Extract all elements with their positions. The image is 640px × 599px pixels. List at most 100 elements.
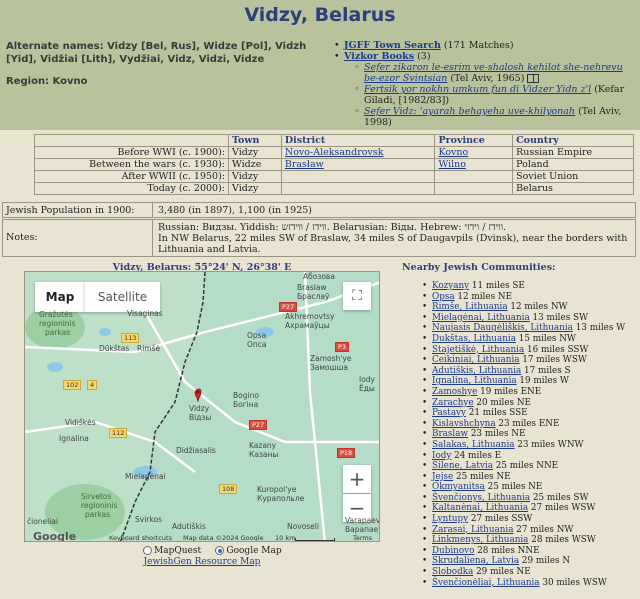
list-item: Braslaw 23 miles NE — [420, 429, 634, 440]
community-link[interactable]: Kaltanėnai, Lithuania — [432, 503, 528, 513]
map-label: regioninis — [81, 501, 118, 510]
community-link[interactable]: Rimše, Lithuania — [432, 302, 508, 312]
map-label: Gražutės — [39, 310, 73, 319]
community-link[interactable]: Adutiškis, Lithuania — [432, 366, 521, 376]
table-row: Before WWI (c. 1900): Vidzy Novo-Aleksan… — [34, 146, 634, 159]
map-label: Kuropol'ye — [257, 485, 297, 494]
book-link[interactable]: Fertsik yor nokhn umkum fun di Vidzer Yi… — [364, 84, 591, 95]
community-link[interactable]: Kozyany — [432, 281, 469, 291]
map-label: Braslaw — [297, 283, 327, 292]
community-distance: 19 miles ENE — [477, 386, 542, 397]
community-distance: 12 miles NW — [507, 302, 568, 313]
book-link[interactable]: Sefer Vidz: 'ayarah behayeha uve-khilyon… — [364, 106, 575, 117]
community-link[interactable]: Slobodka — [432, 567, 473, 577]
community-link[interactable]: Kislavshchyna — [432, 419, 496, 429]
community-link[interactable]: Skrudaliena, Latvia — [432, 556, 519, 566]
book-item: Sefer zikaron le-esrim ve-shalosh kehilo… — [334, 62, 634, 84]
community-distance: 24 miles E — [451, 450, 502, 461]
map-tab-map[interactable]: Map — [35, 282, 85, 312]
list-item: Dubinovo 28 miles NNE — [420, 546, 634, 557]
th-era — [34, 134, 229, 147]
map-label: parkas — [85, 510, 111, 519]
community-distance: 29 miles NE — [473, 567, 531, 578]
google-logo: Google — [33, 530, 77, 542]
community-link[interactable]: Lyntupy — [432, 514, 468, 524]
road-badge: P27 — [249, 420, 268, 430]
community-link[interactable]: Jejse — [432, 472, 453, 482]
jgff-link[interactable]: JGFF Town Search — [344, 40, 441, 51]
map-label: Ignalina — [59, 434, 89, 443]
keyboard-shortcuts-link[interactable]: Keyboard shortcuts — [109, 534, 172, 541]
notes-value: Russian: Видзы. Yiddish: ווידז / ווידזש.… — [155, 220, 635, 256]
community-link[interactable]: Braslaw — [432, 429, 468, 439]
map-label: Rimšė — [137, 344, 161, 353]
country-cell: Poland — [512, 158, 634, 171]
community-link[interactable]: Dubinovo — [432, 546, 474, 556]
town-cell: Vidzy — [228, 182, 282, 195]
community-link[interactable]: Naujasis Daugėliškis, Lithuania — [432, 323, 573, 333]
community-link[interactable]: Švenčionys, Lithuania — [432, 493, 530, 503]
alternate-names: Alternate names: Vidzy [Bel, Rus], Widze… — [6, 41, 307, 65]
district-cell — [280, 182, 436, 195]
yizkor-item: Vizkor Books (3) — [334, 51, 634, 62]
list-item: Ignalina, Lithuania 19 miles W — [420, 376, 634, 387]
community-link[interactable]: Mielagėnai, Lithuania — [432, 313, 530, 323]
country-cell: Soviet Union — [512, 170, 634, 183]
community-link[interactable]: Pastavy — [432, 408, 466, 418]
map-label: Akhremovtsy — [285, 312, 335, 321]
community-link[interactable]: Švenčionėliai, Lithuania — [432, 578, 540, 588]
map-label: regioninis — [39, 319, 76, 328]
community-link[interactable]: Salakas, Lithuania — [432, 440, 515, 450]
community-link[interactable]: Zarachye — [432, 398, 474, 408]
road-badge: 112 — [109, 428, 128, 438]
community-distance: 30 miles WSW — [539, 577, 607, 588]
yizkor-link[interactable]: Vizkor Books — [344, 51, 414, 62]
population-label: Jewish Population in 1900: — [3, 203, 153, 217]
population-value: 3,480 (in 1897), 1,100 (in 1925) — [158, 205, 313, 216]
map-label: Varapaev — [345, 516, 380, 525]
jgff-count: (171 Matches) — [440, 40, 514, 51]
mapquest-radio[interactable] — [143, 546, 152, 555]
community-link[interactable]: Opsa — [432, 292, 455, 302]
map-view[interactable]: Map Satellite ⛶ + − Абозова Braslaw Брас… — [24, 271, 380, 542]
province-link[interactable]: Kovno — [438, 147, 468, 158]
map-tab-satellite[interactable]: Satellite — [85, 282, 160, 312]
terms-link[interactable]: Terms — [353, 534, 372, 541]
community-link[interactable]: Dukštas, Lithuania — [432, 334, 516, 344]
zoom-in-button[interactable]: + — [343, 465, 371, 493]
district-cell: Novo-Aleksandrovsk — [280, 146, 436, 159]
era-cell: Today (c. 2000): — [34, 182, 229, 195]
page-header: Vidzy, Belarus Alternate names: Vidzy [B… — [0, 0, 640, 130]
resource-links: JGFF Town Search (171 Matches) Vizkor Bo… — [334, 40, 634, 128]
community-link[interactable]: Iody — [432, 451, 451, 461]
district-link[interactable]: Brasław — [285, 159, 324, 170]
community-link[interactable]: Zarasai, Lithuania — [432, 525, 513, 535]
list-item: Silene, Latvia 25 miles NNE — [420, 461, 634, 472]
community-link[interactable]: Okmyanitsa — [432, 482, 485, 492]
map-label: čioneliai — [27, 517, 59, 526]
lake — [99, 328, 111, 336]
map-label: Didžiasalis — [176, 446, 216, 455]
resource-map-link[interactable]: JewishGen Resource Map — [144, 557, 261, 567]
community-link[interactable]: Stajetiškė, Lithuania — [432, 345, 524, 355]
list-item: Pastavy 21 miles SSE — [420, 408, 634, 419]
population-row: Jewish Population in 1900: 3,480 (in 189… — [2, 202, 636, 218]
map-label: Visaginas — [127, 309, 163, 318]
community-link[interactable]: Linkmenys, Lithuania — [432, 535, 528, 545]
province-link[interactable]: Wilno — [438, 159, 466, 170]
community-link[interactable]: Zamoshye — [432, 387, 477, 397]
map-label: Замошша — [310, 363, 348, 372]
community-link[interactable]: Ignalina, Lithuania — [432, 376, 517, 386]
community-link[interactable]: Silene, Latvia — [432, 461, 493, 471]
map-label: Казаны — [249, 450, 279, 459]
community-link[interactable]: Ceikiniai, Lithuania — [432, 355, 520, 365]
district-link[interactable]: Novo-Aleksandrovsk — [285, 147, 384, 158]
fullscreen-icon[interactable]: ⛶ — [343, 282, 371, 310]
town-cell: Widze — [228, 158, 282, 171]
book-icon[interactable] — [527, 74, 540, 83]
list-item: Slobodka 29 miles NE — [420, 567, 634, 578]
table-header-row: Town District Province Country — [34, 134, 634, 147]
map-label: parkas — [45, 328, 71, 337]
list-item: Mielagėnai, Lithuania 13 miles SW — [420, 313, 634, 324]
google-map-radio[interactable] — [215, 546, 225, 555]
